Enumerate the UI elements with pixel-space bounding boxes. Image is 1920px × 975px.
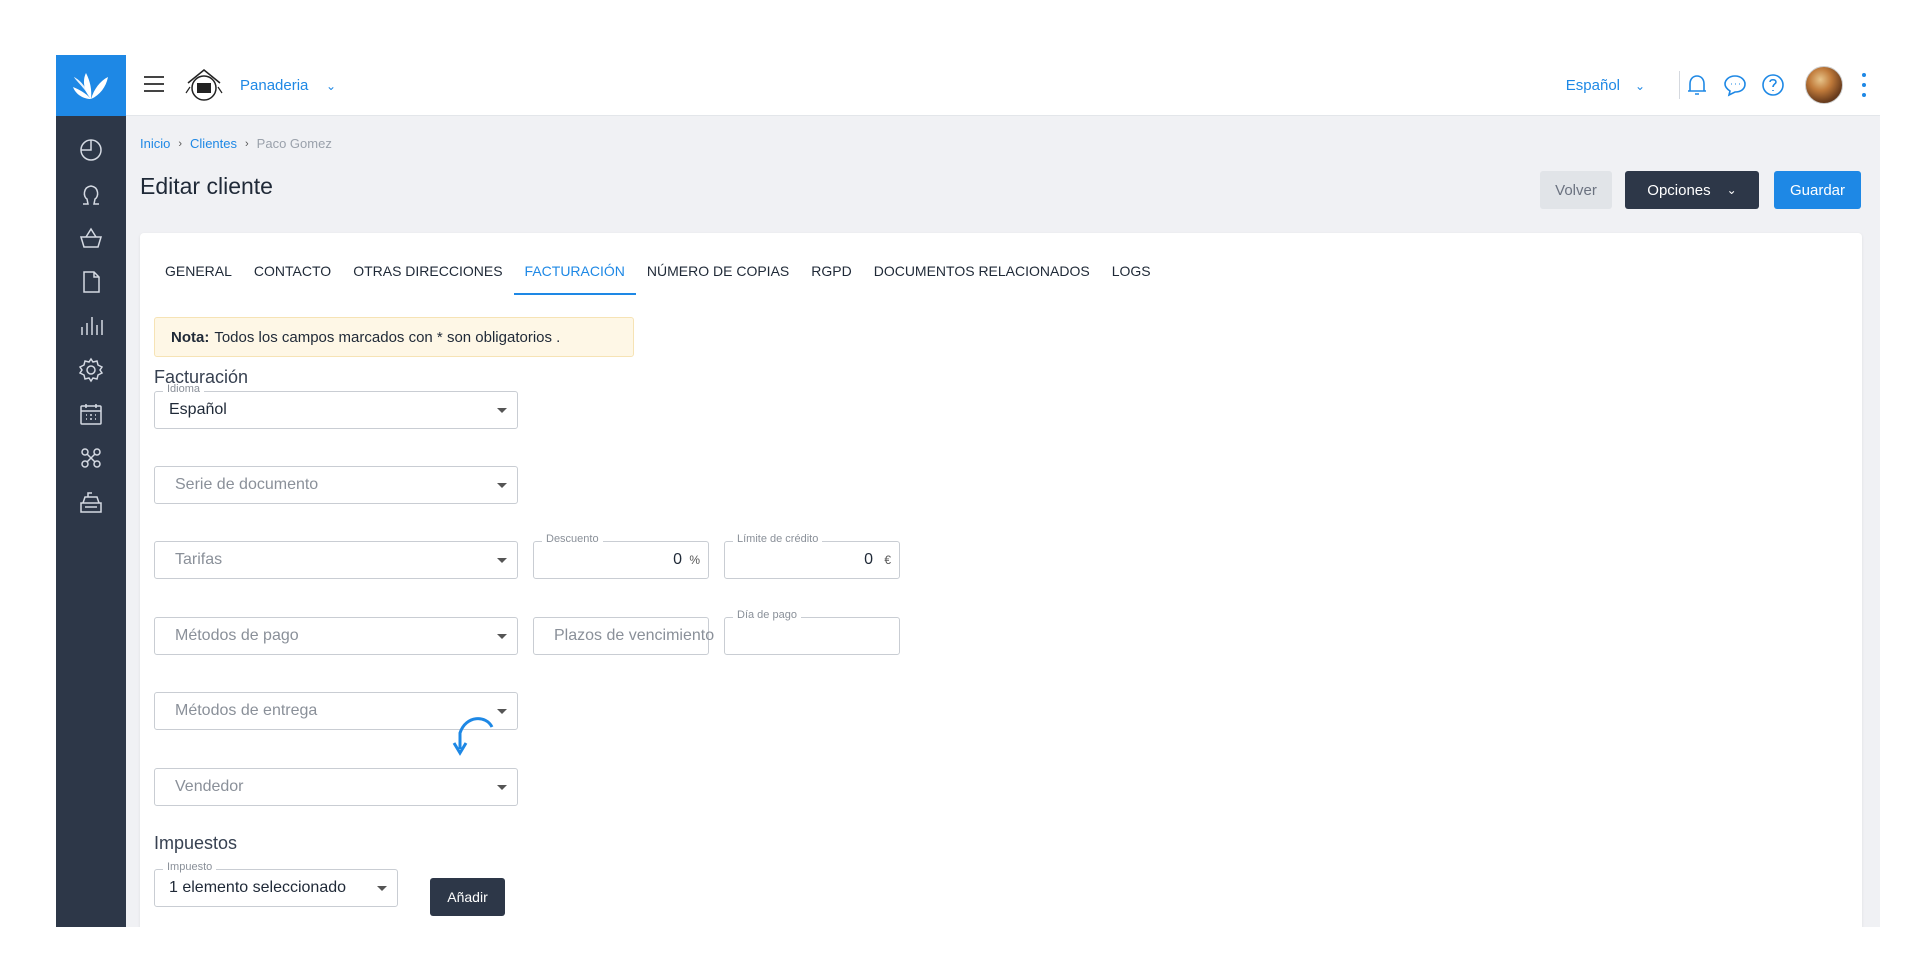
tab-facturacion[interactable]: FACTURACIÓN	[513, 255, 636, 295]
more-options-icon[interactable]	[1862, 73, 1868, 97]
idioma-select[interactable]: Idioma Español	[154, 383, 518, 429]
tarifas-select[interactable]: Tarifas	[154, 541, 518, 579]
tarifas-placeholder: Tarifas	[175, 551, 223, 568]
metodos-entrega-placeholder: Métodos de entrega	[175, 702, 318, 719]
section-title-impuestos: Impuestos	[154, 833, 238, 853]
plazos-placeholder: Plazos de vencimiento	[554, 627, 715, 644]
dia-pago-input[interactable]: Día de pago	[724, 609, 900, 655]
caret-down-icon	[497, 785, 507, 790]
connections-icon	[81, 448, 101, 468]
sidebar-item-pos[interactable]	[71, 480, 111, 524]
calendar-icon	[80, 404, 102, 425]
topbar: Panaderia ⌄ Español ⌄	[126, 55, 1880, 116]
tab-documentos-relacionados[interactable]: DOCUMENTOS RELACIONADOS	[863, 255, 1101, 295]
breadcrumb-current: Paco Gomez	[256, 136, 332, 151]
tab-contacto[interactable]: CONTACTO	[243, 255, 342, 295]
sidebar	[56, 55, 126, 927]
page-title: Editar cliente	[140, 173, 273, 199]
user-icon	[83, 185, 99, 205]
descuento-value: 0	[673, 551, 682, 568]
caret-down-icon	[497, 408, 507, 413]
required-fields-note: Nota: Todos los campos marcados con * so…	[154, 317, 634, 357]
basket-icon	[79, 227, 103, 248]
dia-pago-label: Día de pago	[733, 609, 801, 621]
caret-down-icon	[497, 483, 507, 488]
guardar-button[interactable]: Guardar	[1774, 171, 1861, 209]
note-text: Todos los campos marcados con * son obli…	[214, 328, 561, 346]
tab-rgpd[interactable]: RGPD	[800, 255, 862, 295]
idioma-value: Español	[169, 401, 227, 418]
descuento-unit: %	[689, 553, 700, 567]
form-card: GENERAL CONTACTO OTRAS DIRECCIONES FACTU…	[140, 233, 1862, 927]
language-selector[interactable]: Español	[1566, 77, 1620, 94]
tab-numero-copias[interactable]: NÚMERO DE COPIAS	[636, 255, 800, 295]
anadir-impuesto-button[interactable]: Añadir	[430, 878, 505, 916]
app-window: Panaderia ⌄ Español ⌄ Inicio › Clientes …	[56, 55, 1880, 927]
caret-down-icon	[497, 634, 507, 639]
sidebar-item-clients[interactable]	[71, 172, 111, 216]
volver-button[interactable]: Volver	[1540, 171, 1612, 209]
limite-credito-input[interactable]: Límite de crédito 0 €	[724, 533, 900, 579]
menu-toggle-icon[interactable]	[144, 76, 164, 94]
metodos-pago-select[interactable]: Métodos de pago	[154, 617, 518, 655]
breadcrumb-clientes[interactable]: Clientes	[190, 136, 237, 151]
tab-bar: GENERAL CONTACTO OTRAS DIRECCIONES FACTU…	[154, 255, 1162, 295]
vendedor-placeholder: Vendedor	[175, 778, 244, 795]
sidebar-item-integrations[interactable]	[71, 436, 111, 480]
impuesto-select[interactable]: Impuesto 1 elemento seleccionado	[154, 861, 398, 907]
sidebar-item-documents[interactable]	[71, 260, 111, 304]
opciones-label: Opciones	[1647, 181, 1711, 199]
leaf-logo-icon	[73, 72, 108, 99]
caret-down-icon	[377, 886, 387, 891]
bell-icon[interactable]	[1684, 72, 1710, 98]
metodos-pago-placeholder: Métodos de pago	[175, 627, 299, 644]
gear-icon	[78, 357, 104, 383]
note-label: Nota:	[171, 328, 210, 346]
bar-chart-icon	[81, 317, 103, 335]
impuesto-label: Impuesto	[163, 861, 217, 873]
impuesto-value: 1 elemento seleccionado	[169, 879, 347, 896]
sidebar-item-shop[interactable]	[71, 216, 111, 260]
company-name[interactable]: Panaderia	[240, 77, 308, 94]
tab-general[interactable]: GENERAL	[154, 255, 243, 295]
breadcrumb-separator: ›	[245, 137, 249, 150]
serie-documento-select[interactable]: Serie de documento	[154, 466, 518, 504]
app-logo[interactable]	[56, 55, 126, 116]
pie-chart-icon	[80, 139, 102, 161]
limite-label: Límite de crédito	[733, 533, 823, 545]
caret-down-icon	[497, 709, 507, 714]
sidebar-item-calendar[interactable]	[71, 392, 111, 436]
company-logo[interactable]	[184, 67, 224, 105]
tab-logs[interactable]: LOGS	[1101, 255, 1162, 295]
tab-otras-direcciones[interactable]: OTRAS DIRECCIONES	[342, 255, 513, 295]
chat-icon[interactable]	[1722, 72, 1748, 98]
descuento-input[interactable]: Descuento 0 %	[533, 533, 709, 579]
limite-value: 0	[864, 551, 873, 568]
avatar[interactable]	[1805, 66, 1843, 104]
divider	[1679, 71, 1680, 99]
idioma-label: Idioma	[163, 383, 205, 395]
sidebar-item-settings[interactable]	[71, 348, 111, 392]
sidebar-item-reports[interactable]	[71, 304, 111, 348]
chevron-down-icon[interactable]: ⌄	[1635, 79, 1645, 93]
chevron-down-icon[interactable]: ⌄	[326, 79, 336, 93]
document-icon	[83, 271, 100, 293]
plazos-vencimiento-input[interactable]: Plazos de vencimiento	[533, 617, 714, 655]
breadcrumb: Inicio › Clientes › Paco Gomez	[140, 136, 332, 151]
breadcrumb-separator: ›	[178, 137, 183, 150]
serie-placeholder: Serie de documento	[175, 476, 319, 493]
sidebar-item-dashboard[interactable]	[71, 128, 111, 172]
descuento-label: Descuento	[542, 533, 603, 545]
help-icon[interactable]	[1760, 72, 1786, 98]
breadcrumb-inicio[interactable]: Inicio	[140, 136, 170, 151]
caret-down-icon	[497, 558, 507, 563]
curved-arrow-icon	[452, 717, 494, 756]
opciones-button[interactable]: Opciones ⌄	[1625, 171, 1759, 209]
vendedor-select[interactable]: Vendedor	[154, 768, 518, 806]
chevron-down-icon: ⌄	[1726, 183, 1737, 197]
cash-register-icon	[80, 492, 102, 513]
limite-unit: €	[884, 553, 891, 567]
